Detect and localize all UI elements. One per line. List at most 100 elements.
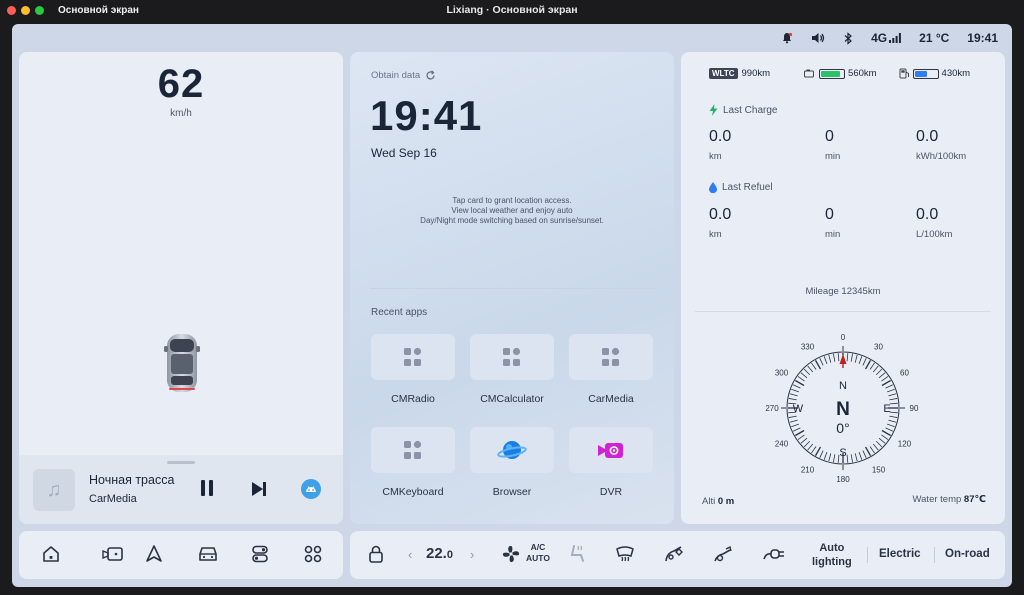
app-grid-icon: [404, 347, 422, 366]
auto-lighting-button[interactable]: Auto lighting: [812, 541, 852, 569]
app-window: Основной экран Lixiang · Основной экран …: [0, 0, 1024, 595]
compass-tick: [888, 393, 897, 397]
compass-tick: [889, 415, 898, 418]
compass-tick: [833, 454, 836, 463]
hint-line-2: View local weather and enjoy auto: [451, 206, 573, 215]
app-browser[interactable]: Browser: [470, 427, 554, 498]
drive-mode-button[interactable]: Electric: [879, 548, 921, 560]
terrain-mode-button[interactable]: On-road: [945, 548, 990, 560]
compass-tick: [889, 402, 898, 405]
volume-icon[interactable]: [811, 32, 825, 44]
rear-defrost-icon: [616, 546, 634, 562]
apps-button[interactable]: [303, 544, 323, 569]
app-grid-icon: [503, 347, 521, 366]
home-button[interactable]: [41, 544, 61, 569]
media-app-button[interactable]: [301, 479, 321, 504]
plug-icon: [763, 549, 784, 560]
compass-tick: [819, 357, 824, 366]
compass-tick: [814, 360, 822, 370]
compass-tick: [828, 453, 832, 462]
charge-port-icon: [665, 546, 683, 562]
camera-button[interactable]: [102, 544, 124, 569]
rear-defrost-button[interactable]: [614, 543, 636, 570]
app-cmcalculator[interactable]: CMCalculator: [470, 334, 554, 405]
ac-auto-button[interactable]: A/C AUTO: [526, 542, 550, 564]
compass-tick: [864, 446, 872, 456]
next-track-button[interactable]: [251, 481, 267, 502]
hint-line-3: Day/Night mode switching based on sunris…: [420, 216, 604, 225]
compass-tick: [881, 434, 889, 440]
pause-button[interactable]: [199, 479, 215, 502]
temp-decrease-button[interactable]: ‹: [408, 546, 412, 564]
app-carmedia[interactable]: CarMedia: [569, 334, 653, 405]
compass-tick: [850, 454, 853, 463]
info-panel[interactable]: Obtain data 19:41 Wed Sep 16 Tap card to…: [350, 52, 674, 524]
app-dvr[interactable]: DVR: [569, 427, 653, 498]
navigation-button[interactable]: [144, 544, 164, 569]
location-hint[interactable]: Tap card to grant location access. View …: [350, 196, 674, 226]
vehicle-status-panel[interactable]: WLTC 990km 560km 430km Last Charge 0.0 km: [681, 52, 1005, 524]
refuel-duration: 0 min: [825, 206, 841, 240]
charge-port-button[interactable]: [663, 543, 685, 570]
status-bar: 4G 21 °C 19:41: [763, 24, 998, 52]
charge-cable-button[interactable]: [762, 543, 788, 570]
app-cmradio[interactable]: CMRadio: [371, 334, 455, 405]
compass-tick: [789, 393, 798, 397]
fan-icon: [502, 545, 520, 563]
fuel-range-value: 430km: [941, 68, 971, 79]
divider: [934, 547, 935, 563]
skip-next-icon: [252, 482, 266, 496]
electric-level-bar: [819, 68, 846, 79]
compass-tick: [885, 427, 894, 432]
compass-tick: [792, 427, 801, 432]
outside-temperature: 21 °C: [919, 31, 950, 45]
compass-tick: [887, 388, 895, 393]
bluetooth-icon[interactable]: [843, 31, 853, 45]
app-label: CarMedia: [588, 393, 634, 405]
compass-tick: [837, 353, 840, 362]
obtain-data-button[interactable]: Obtain data: [371, 70, 436, 81]
drag-handle[interactable]: [167, 461, 195, 464]
compass-tick: [885, 384, 894, 389]
compass-tick: [854, 453, 858, 462]
controls-button[interactable]: [250, 544, 270, 569]
last-refuel-title: Last Refuel: [722, 182, 773, 193]
apps-grid-icon: [304, 545, 322, 563]
compass-tick: [788, 398, 797, 401]
fan-auto-button[interactable]: [500, 543, 522, 570]
seat-heat-button[interactable]: [566, 543, 588, 570]
last-charge-title: Last Charge: [723, 104, 778, 116]
app-cmkeyboard[interactable]: CMKeyboard: [371, 427, 455, 498]
compass-degree-label: 180: [836, 475, 850, 484]
compass-tick: [889, 411, 898, 414]
car-screen: 4G 21 °C 19:41 62 km/h ♫ Ночная трасса C…: [12, 24, 1012, 587]
driving-panel[interactable]: 62 km/h ♫ Ночная трасса CarMedia: [19, 52, 343, 524]
title-bar: Основной экран Lixiang · Основной экран: [0, 0, 1024, 22]
vehicle-button[interactable]: [197, 544, 219, 569]
compass-tick: [795, 379, 805, 387]
clock-date: Wed Sep 16: [371, 146, 437, 160]
compass-tick: [811, 362, 817, 370]
compass-tick: [889, 398, 898, 401]
refuel-consumption: 0.0 L/100km: [916, 206, 953, 240]
charge-duration: 0 min: [825, 128, 841, 162]
compass-tick: [807, 443, 814, 451]
android-app-icon: [301, 479, 321, 499]
compass-tick: [792, 384, 801, 389]
compass-tick: [803, 440, 811, 448]
compass-tick: [811, 446, 817, 454]
network-label: 4G: [871, 31, 888, 45]
home-icon: [43, 546, 59, 562]
lock-button[interactable]: [367, 544, 385, 569]
compass-degree-label: 150: [872, 465, 886, 474]
media-player[interactable]: ♫ Ночная трасса CarMedia: [19, 455, 343, 524]
temp-increase-button[interactable]: ›: [470, 546, 474, 564]
compass-tick: [887, 423, 895, 428]
camera-icon: [102, 547, 123, 561]
toggle-switches-icon: [252, 545, 268, 563]
bell-icon[interactable]: [781, 32, 793, 44]
obtain-data-label: Obtain data: [371, 70, 421, 81]
fuel-door-button[interactable]: [712, 543, 734, 570]
app-label: CMKeyboard: [382, 486, 444, 498]
lock-icon: [369, 545, 383, 563]
